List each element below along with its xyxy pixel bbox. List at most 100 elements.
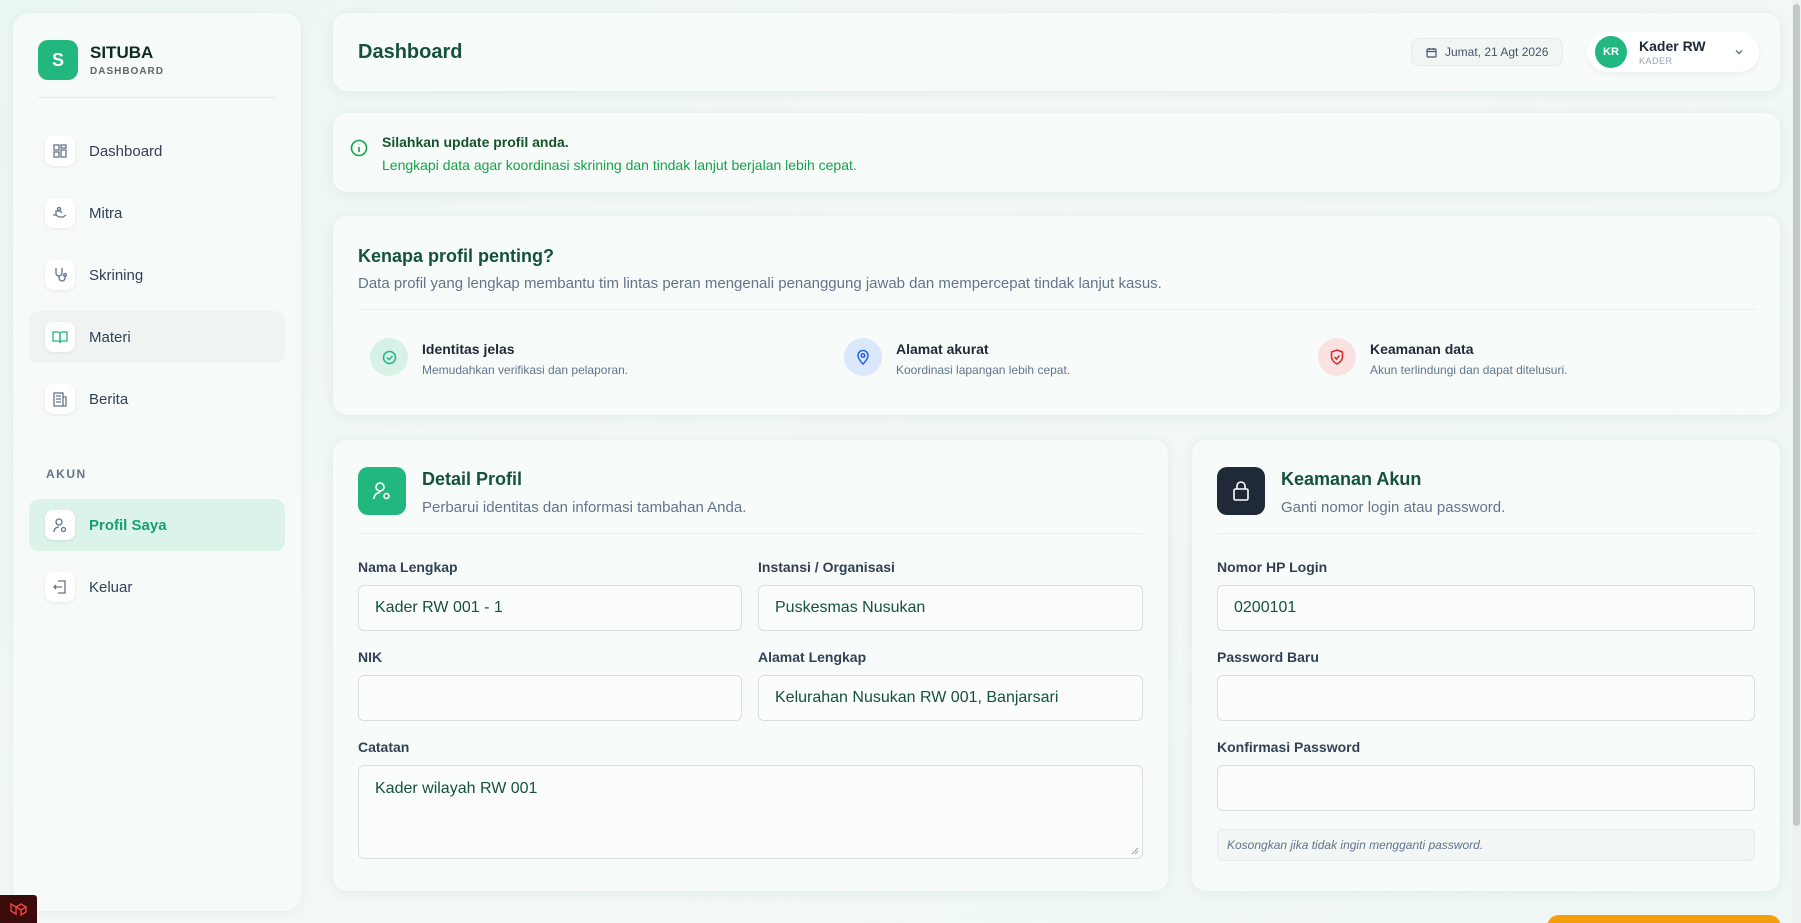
- alamat-input[interactable]: Kelurahan Nusukan RW 001, Banjarsari: [758, 675, 1143, 721]
- field-label: Nomor HP Login: [1217, 559, 1328, 575]
- book-icon: [45, 322, 75, 352]
- alamat-field: Alamat Lengkap Kelurahan Nusukan RW 001,…: [758, 649, 1143, 721]
- divider: [358, 309, 1755, 310]
- sidebar-item-skrining[interactable]: Skrining: [29, 249, 285, 301]
- divider: [38, 97, 276, 98]
- handshake-icon: [45, 198, 75, 228]
- avatar: KR: [1595, 36, 1627, 68]
- sidebar-item-keluar[interactable]: Keluar: [29, 561, 285, 613]
- alert-title: Silahkan update profil anda.: [382, 134, 569, 150]
- sidebar-item-label: Keluar: [89, 578, 133, 596]
- instansi-field: Instansi / Organisasi Puskesmas Nusukan: [758, 559, 1143, 631]
- phone-field: Nomor HP Login 0200101: [1217, 559, 1755, 631]
- nik-field: NIK: [358, 649, 742, 721]
- brand-logo: S: [38, 40, 78, 80]
- catatan-textarea[interactable]: Kader wilayah RW 001: [358, 765, 1143, 859]
- feature-title: Keamanan data: [1370, 341, 1474, 357]
- why-title: Kenapa profil penting?: [358, 246, 554, 266]
- detail-profile-card: Detail Profil Perbarui identitas dan inf…: [333, 440, 1168, 891]
- resize-handle-icon[interactable]: [1131, 847, 1139, 855]
- feature-desc: Koordinasi lapangan lebih cepat.: [896, 363, 1071, 377]
- map-pin-icon: [844, 338, 882, 376]
- date-text: Jumat, 21 Agt 2026: [1445, 45, 1549, 59]
- section-title: Keamanan Akun: [1281, 469, 1422, 489]
- user-gear-icon: [45, 510, 75, 540]
- user-menu[interactable]: KR Kader RW KADER: [1587, 32, 1759, 72]
- user-name: Kader RW: [1639, 38, 1706, 54]
- sidebar-item-berita[interactable]: Berita: [29, 373, 285, 425]
- page-title: Dashboard: [358, 41, 463, 63]
- sidebar-item-dashboard[interactable]: Dashboard: [29, 125, 285, 177]
- user-role: KADER: [1639, 56, 1673, 66]
- password-hint: Kosongkan jika tidak ingin mengganti pas…: [1217, 829, 1755, 861]
- catatan-field: Catatan Kader wilayah RW 001: [358, 739, 1143, 859]
- logout-icon: [45, 572, 75, 602]
- feature-title: Identitas jelas: [422, 341, 515, 357]
- section-description: Perbarui identitas dan informasi tambaha…: [422, 499, 747, 516]
- feature-alamat: Alamat akurat Koordinasi lapangan lebih …: [844, 338, 1070, 377]
- sidebar-nav: Dashboard Mitra Skrining Materi Berita: [29, 125, 285, 435]
- sidebar-item-label: Skrining: [89, 266, 144, 284]
- sidebar-item-label: Berita: [89, 390, 129, 408]
- sidebar-item-label: Dashboard: [89, 142, 163, 160]
- field-label: Nama Lengkap: [358, 559, 458, 575]
- confirm-password-input[interactable]: [1217, 765, 1755, 811]
- feature-title: Alamat akurat: [896, 341, 989, 357]
- user-gear-icon: [358, 467, 406, 515]
- sidebar-item-materi[interactable]: Materi: [29, 311, 285, 363]
- account-security-card: Keamanan Akun Ganti nomor login atau pas…: [1192, 440, 1780, 891]
- nik-input[interactable]: [358, 675, 742, 721]
- field-label: Alamat Lengkap: [758, 649, 867, 665]
- profile-alert: Silahkan update profil anda. Lengkapi da…: [333, 113, 1780, 192]
- divider: [1217, 533, 1755, 534]
- phone-input[interactable]: 0200101: [1217, 585, 1755, 631]
- sidebar-item-label: Profil Saya: [89, 516, 167, 534]
- calendar-icon: [1426, 47, 1437, 58]
- field-label: Konfirmasi Password: [1217, 739, 1361, 755]
- info-icon: [350, 139, 368, 157]
- sidebar-item-label: Mitra: [89, 204, 123, 222]
- password-input[interactable]: [1217, 675, 1755, 721]
- divider: [358, 533, 1143, 534]
- grid-icon: [45, 136, 75, 166]
- sidebar-account-nav: Profil Saya Keluar: [29, 499, 285, 623]
- scrollbar[interactable]: [1792, 0, 1801, 923]
- lock-icon: [1217, 467, 1265, 515]
- confirm-password-field: Konfirmasi Password: [1217, 739, 1755, 811]
- sidebar: S SITUBA DASHBOARD Dashboard Mitra Skrin…: [13, 13, 301, 911]
- stethoscope-icon: [45, 260, 75, 290]
- shield-check-icon: [1318, 338, 1356, 376]
- field-label: NIK: [358, 649, 383, 665]
- brand-subtitle: DASHBOARD: [90, 66, 164, 77]
- section-description: Ganti nomor login atau password.: [1281, 499, 1506, 516]
- field-label: Catatan: [358, 739, 410, 755]
- brand[interactable]: S SITUBA DASHBOARD: [38, 40, 164, 80]
- nama-lengkap-input[interactable]: Kader RW 001 - 1: [358, 585, 742, 631]
- catatan-value: Kader wilayah RW 001: [375, 780, 538, 797]
- why-description: Data profil yang lengkap membantu tim li…: [358, 275, 1162, 292]
- check-circle-icon: [370, 338, 408, 376]
- nama-lengkap-field: Nama Lengkap Kader RW 001 - 1: [358, 559, 742, 631]
- feature-keamanan: Keamanan data Akun terlindungi dan dapat…: [1318, 338, 1567, 377]
- sidebar-section-label: AKUN: [46, 467, 87, 481]
- save-button[interactable]: [1547, 915, 1781, 923]
- alert-text: Lengkapi data agar koordinasi skrining d…: [382, 157, 857, 173]
- feature-desc: Memudahkan verifikasi dan pelaporan.: [422, 363, 629, 377]
- date-chip: Jumat, 21 Agt 2026: [1411, 38, 1564, 66]
- why-profile-card: Kenapa profil penting? Data profil yang …: [333, 216, 1780, 415]
- field-label: Instansi / Organisasi: [758, 559, 895, 575]
- sidebar-item-profil-saya[interactable]: Profil Saya: [29, 499, 285, 551]
- debug-toolbar-icon[interactable]: [0, 895, 37, 923]
- sidebar-item-mitra[interactable]: Mitra: [29, 187, 285, 239]
- field-label: Password Baru: [1217, 649, 1319, 665]
- scrollbar-thumb[interactable]: [1793, 4, 1800, 826]
- top-bar: Dashboard Jumat, 21 Agt 2026 KR Kader RW…: [333, 13, 1780, 91]
- feature-desc: Akun terlindungi dan dapat ditelusuri.: [1370, 363, 1568, 377]
- sidebar-item-label: Materi: [89, 328, 131, 346]
- password-field: Password Baru: [1217, 649, 1755, 721]
- section-title: Detail Profil: [422, 469, 523, 489]
- newspaper-icon: [45, 384, 75, 414]
- instansi-input[interactable]: Puskesmas Nusukan: [758, 585, 1143, 631]
- chevron-down-icon: [1735, 49, 1743, 55]
- feature-identitas: Identitas jelas Memudahkan verifikasi da…: [370, 338, 628, 377]
